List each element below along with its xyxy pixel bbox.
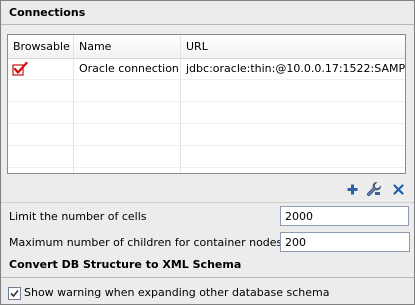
table-row [8, 146, 405, 168]
wrench-icon [367, 182, 381, 196]
max-children-label: Maximum number of children for container… [9, 236, 283, 249]
connections-divider [1, 24, 414, 25]
max-children-input[interactable] [280, 232, 410, 252]
check-icon [10, 289, 19, 298]
browsable-cell[interactable] [8, 58, 73, 80]
limit-cells-input[interactable] [280, 206, 409, 226]
toolbar-divider [1, 202, 414, 203]
column-header-browsable[interactable]: Browsable [8, 35, 73, 58]
preferences-panel: Connections Browsable Name URL Oracle co… [0, 0, 415, 305]
limit-cells-label: Limit the number of cells [9, 210, 147, 223]
table-row [8, 124, 405, 146]
show-warning-checkbox[interactable] [8, 287, 21, 300]
column-header-name[interactable]: Name [74, 35, 180, 58]
table-header: Browsable Name URL [8, 35, 405, 59]
edit-connection-button[interactable] [366, 181, 382, 197]
table-row [8, 102, 405, 124]
add-connection-button[interactable] [344, 181, 360, 197]
connection-name-cell: Oracle connection [79, 62, 179, 75]
connections-title: Connections [9, 6, 86, 19]
table-row[interactable]: Oracle connection jdbc:oracle:thin:@10.0… [8, 58, 405, 80]
column-header-url[interactable]: URL [181, 35, 405, 58]
convert-section-title: Convert DB Structure to XML Schema [9, 258, 242, 271]
table-row [8, 80, 405, 102]
connections-table[interactable]: Browsable Name URL Oracle connection jdb… [7, 34, 406, 174]
convert-divider [1, 277, 414, 278]
show-warning-label[interactable]: Show warning when expanding other databa… [24, 286, 329, 299]
x-icon [392, 183, 404, 195]
plus-icon [347, 184, 357, 194]
checkmark-icon [12, 62, 28, 76]
connection-url-cell: jdbc:oracle:thin:@10.0.0.17:1522:SAMPLE [186, 62, 406, 75]
remove-connection-button[interactable] [390, 181, 406, 197]
